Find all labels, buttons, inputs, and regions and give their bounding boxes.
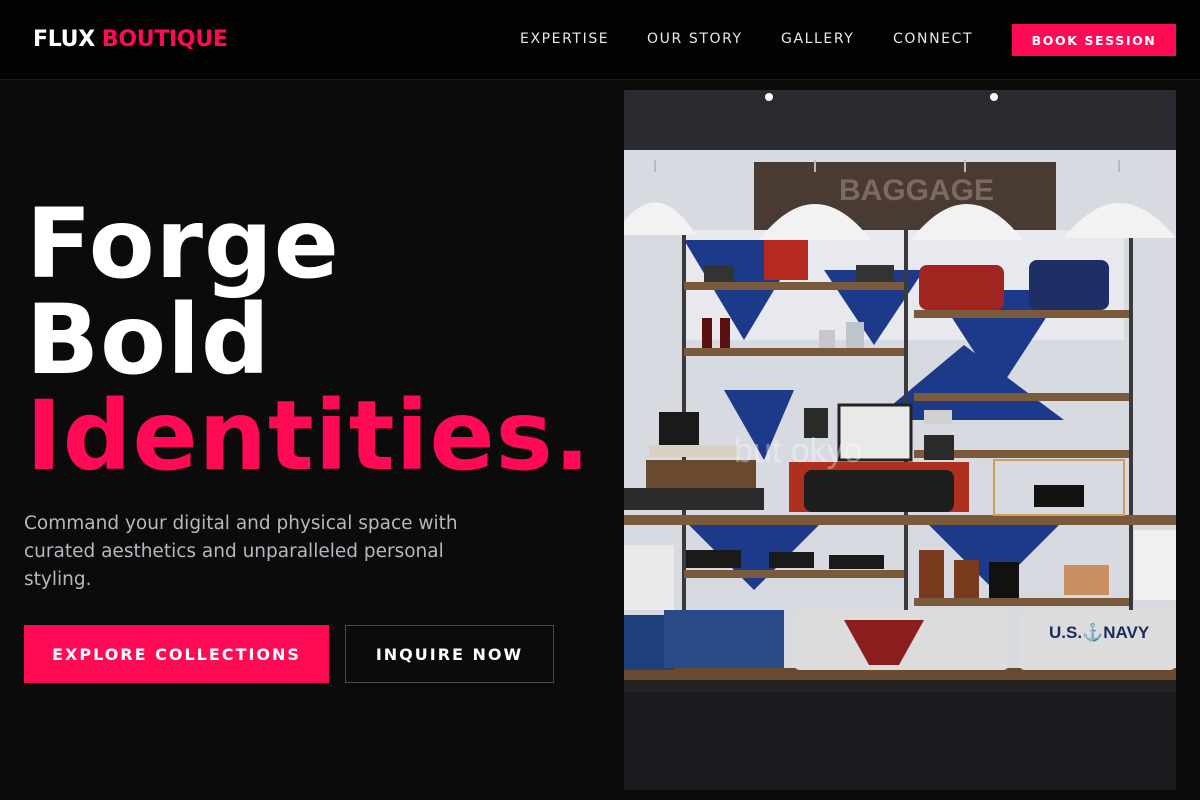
nav-link-expertise[interactable]: EXPERTISE bbox=[520, 31, 609, 47]
hero-subtext: Command your digital and physical space … bbox=[24, 513, 458, 590]
hero-headline: Forge Bold Identities. bbox=[26, 196, 591, 484]
navy-shirt-text: U.S.⚓NAVY bbox=[1049, 622, 1150, 642]
brand-name-part2: BOUTIQUE bbox=[101, 27, 228, 52]
nav-link-gallery[interactable]: GALLERY bbox=[781, 31, 854, 47]
boutique-store-photo: BAGGAGE U.S.⚓NAVY but okyo bbox=[624, 90, 1176, 790]
top-nav: FLUX BOUTIQUE EXPERTISE OUR STORY GALLERY… bbox=[0, 0, 1200, 80]
photo-watermark: but okyo bbox=[734, 432, 863, 470]
nav-link-connect[interactable]: CONNECT bbox=[893, 31, 973, 47]
inquire-now-button[interactable]: INQUIRE NOW bbox=[345, 625, 554, 683]
explore-collections-button[interactable]: EXPLORE COLLECTIONS bbox=[24, 625, 329, 683]
headline-line-identities: Identities. bbox=[26, 380, 592, 492]
baggage-sign-text: BAGGAGE bbox=[839, 174, 994, 207]
brand-name-part1: FLUX bbox=[33, 27, 95, 52]
headline-line-forge: Forge bbox=[26, 188, 340, 300]
headline-line-bold: Bold bbox=[26, 284, 271, 396]
book-session-button[interactable]: BOOK SESSION bbox=[1012, 24, 1176, 56]
store-interior-illustration: BAGGAGE U.S.⚓NAVY but okyo bbox=[624, 90, 1176, 790]
nav-link-our-story[interactable]: OUR STORY bbox=[647, 31, 743, 47]
brand-logo[interactable]: FLUX BOUTIQUE bbox=[33, 27, 228, 52]
